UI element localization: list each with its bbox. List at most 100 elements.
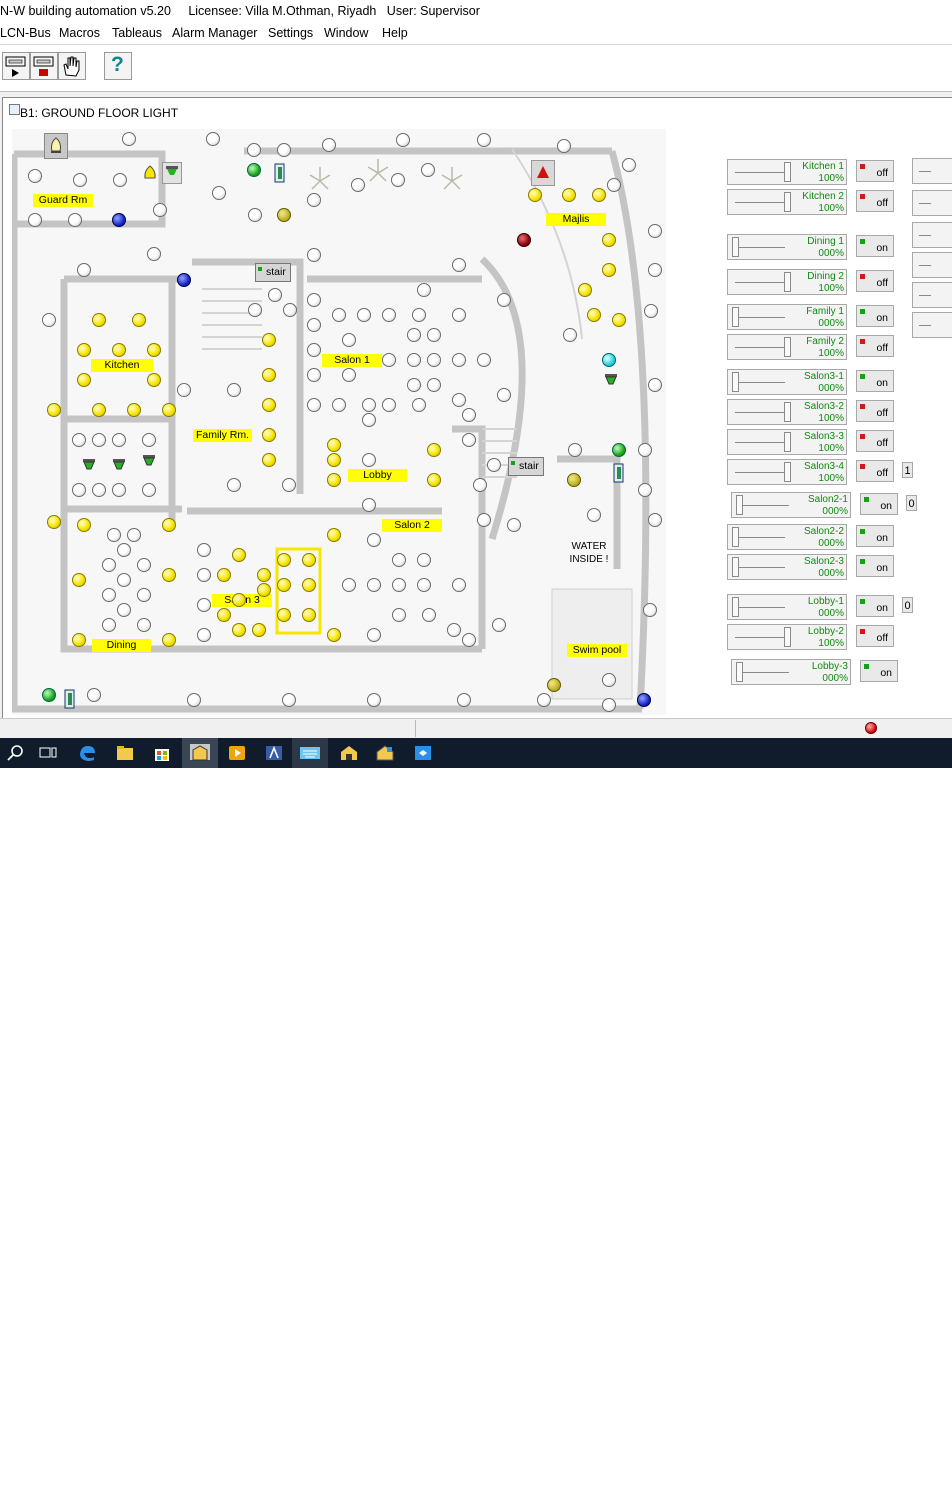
lamp-off[interactable] bbox=[648, 513, 662, 527]
lamp-off[interactable] bbox=[42, 313, 56, 327]
lamp-on[interactable] bbox=[427, 473, 441, 487]
lamp-off[interactable] bbox=[537, 693, 551, 707]
lamp-off[interactable] bbox=[307, 248, 321, 262]
lamp-off[interactable] bbox=[367, 533, 381, 547]
lamp-off[interactable] bbox=[142, 483, 156, 497]
door-icon[interactable] bbox=[611, 462, 627, 484]
lamp-on[interactable] bbox=[327, 628, 341, 642]
bell-button[interactable] bbox=[44, 133, 68, 159]
lamp-on[interactable] bbox=[262, 428, 276, 442]
lamp-off[interactable] bbox=[342, 333, 356, 347]
menu-settings[interactable]: Settings bbox=[268, 26, 313, 40]
channel-slider-clipped[interactable] bbox=[912, 158, 952, 184]
lamp-off[interactable] bbox=[587, 508, 601, 522]
dimmer-slider[interactable]: Salon3-4 100% bbox=[727, 459, 847, 485]
lamp-on[interactable] bbox=[232, 593, 246, 607]
lamp-off[interactable] bbox=[102, 588, 116, 602]
channel-toggle-button[interactable]: off bbox=[856, 270, 894, 292]
lamp-off[interactable] bbox=[142, 433, 156, 447]
status-lamp-red[interactable] bbox=[517, 233, 531, 247]
door-icon[interactable] bbox=[272, 162, 288, 184]
lamp-on[interactable] bbox=[92, 313, 106, 327]
menu-window[interactable]: Window bbox=[324, 26, 368, 40]
dimmer-slider[interactable]: Family 2 100% bbox=[727, 334, 847, 360]
dimmer-slider[interactable]: Lobby-1 000% bbox=[727, 594, 847, 620]
lamp-on[interactable] bbox=[277, 578, 291, 592]
lamp-off[interactable] bbox=[392, 553, 406, 567]
lamp-off[interactable] bbox=[122, 132, 136, 146]
dimmer-slider[interactable]: Lobby-3 000% bbox=[731, 659, 851, 685]
lamp-off[interactable] bbox=[268, 288, 282, 302]
channel-slider-clipped[interactable] bbox=[912, 190, 952, 216]
channel-slider-clipped[interactable] bbox=[912, 222, 952, 248]
lamp-on[interactable] bbox=[147, 343, 161, 357]
dimmer-slider[interactable]: Salon3-1 000% bbox=[727, 369, 847, 395]
dimmer-slider[interactable]: Family 1 000% bbox=[727, 304, 847, 330]
lamp-off[interactable] bbox=[72, 433, 86, 447]
alarm-status-icon[interactable] bbox=[865, 722, 877, 734]
lamp-off[interactable] bbox=[153, 203, 167, 217]
lamp-off[interactable] bbox=[332, 398, 346, 412]
lamp-off[interactable] bbox=[307, 368, 321, 382]
dimmer-slider[interactable]: Lobby-2 100% bbox=[727, 624, 847, 650]
lamp-on[interactable] bbox=[92, 403, 106, 417]
status-lamp-blue[interactable] bbox=[112, 213, 126, 227]
lamp-off[interactable] bbox=[602, 698, 616, 712]
store-icon[interactable] bbox=[152, 744, 172, 762]
lamp-on[interactable] bbox=[302, 553, 316, 567]
lamp-on[interactable] bbox=[257, 583, 271, 597]
lamp-off[interactable] bbox=[507, 518, 521, 532]
lamp-on[interactable] bbox=[132, 313, 146, 327]
lamp-off[interactable] bbox=[457, 693, 471, 707]
lamp-off[interactable] bbox=[197, 568, 211, 582]
dimmer-slider[interactable]: Salon2-1 000% bbox=[731, 492, 851, 518]
channel-toggle-button[interactable]: off bbox=[856, 335, 894, 357]
dimmer-slider[interactable]: Salon3-3 100% bbox=[727, 429, 847, 455]
lamp-off[interactable] bbox=[462, 408, 476, 422]
lamp-off[interactable] bbox=[92, 433, 106, 447]
status-lamp-green[interactable] bbox=[612, 443, 626, 457]
lamp-off[interactable] bbox=[417, 553, 431, 567]
lamp-off[interactable] bbox=[362, 413, 376, 427]
lamp-off[interactable] bbox=[227, 478, 241, 492]
lamp-off[interactable] bbox=[362, 498, 376, 512]
lamp-off[interactable] bbox=[392, 578, 406, 592]
lamp-on[interactable] bbox=[327, 438, 341, 452]
lamp-on[interactable] bbox=[528, 188, 542, 202]
channel-slider-clipped[interactable] bbox=[912, 312, 952, 338]
lamp-on[interactable] bbox=[602, 233, 616, 247]
lamp-off[interactable] bbox=[28, 169, 42, 183]
spotlight-icon[interactable] bbox=[602, 372, 620, 390]
lamp-off[interactable] bbox=[477, 133, 491, 147]
lamp-off[interactable] bbox=[396, 133, 410, 147]
edge-browser-icon[interactable] bbox=[77, 744, 97, 762]
lamp-off[interactable] bbox=[342, 578, 356, 592]
lamp-on[interactable] bbox=[72, 633, 86, 647]
lamp-off[interactable] bbox=[644, 304, 658, 318]
lamp-off[interactable] bbox=[382, 353, 396, 367]
channel-toggle-button[interactable]: off bbox=[856, 190, 894, 212]
building-app-icon[interactable] bbox=[339, 744, 359, 762]
lamp-off[interactable] bbox=[147, 247, 161, 261]
help-button[interactable]: ? bbox=[104, 52, 132, 80]
lamp-off[interactable] bbox=[477, 513, 491, 527]
lamp-on[interactable] bbox=[262, 453, 276, 467]
lamp-on[interactable] bbox=[562, 188, 576, 202]
channel-toggle-button[interactable]: off bbox=[856, 460, 894, 482]
lamp-off[interactable] bbox=[307, 398, 321, 412]
play-tape-button[interactable] bbox=[2, 52, 30, 80]
lamp-on[interactable] bbox=[327, 453, 341, 467]
lamp-off[interactable] bbox=[407, 378, 421, 392]
app-letter-a-icon[interactable] bbox=[264, 744, 284, 762]
lamp-on[interactable] bbox=[232, 548, 246, 562]
menu-help[interactable]: Help bbox=[382, 26, 408, 40]
lamp-off[interactable] bbox=[622, 158, 636, 172]
lamp-off[interactable] bbox=[248, 208, 262, 222]
lamp-off[interactable] bbox=[248, 303, 262, 317]
stair-button-2[interactable]: stair bbox=[508, 457, 544, 476]
lamp-off[interactable] bbox=[137, 618, 151, 632]
lamp-off[interactable] bbox=[473, 478, 487, 492]
lamp-off[interactable] bbox=[452, 578, 466, 592]
spotlight-icon[interactable] bbox=[110, 457, 128, 475]
lamp-off[interactable] bbox=[102, 558, 116, 572]
